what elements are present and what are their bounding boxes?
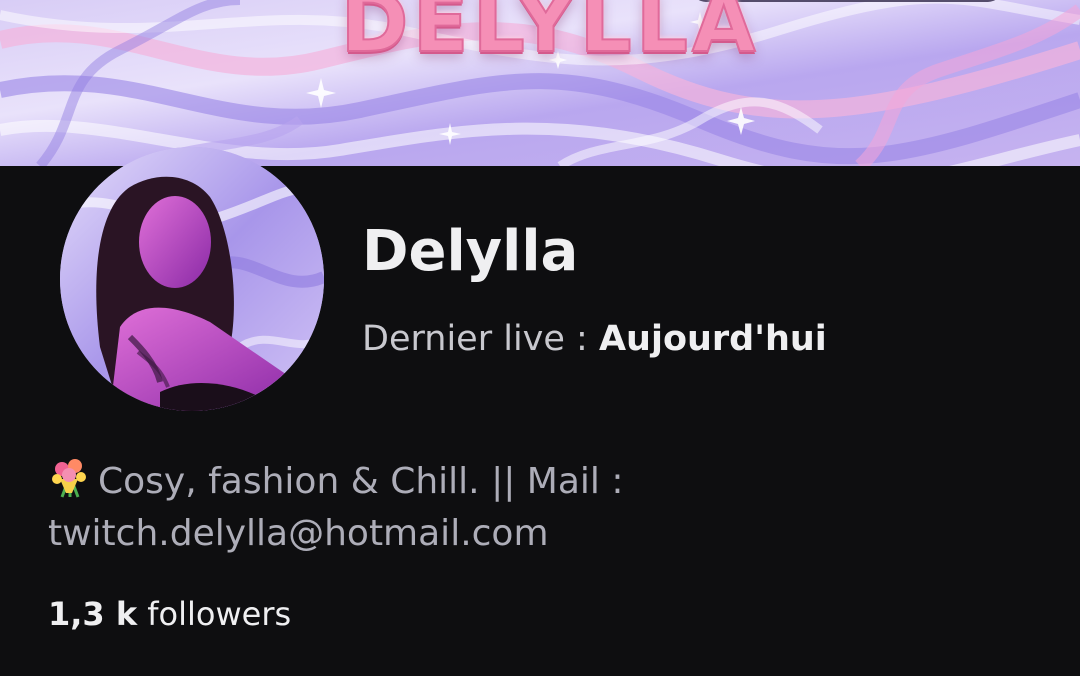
avatar-image (60, 147, 324, 411)
channel-banner[interactable]: DELYLLA (0, 0, 1080, 166)
bio-email[interactable]: twitch.delylla@hotmail.com (48, 508, 1038, 560)
followers-label: followers (147, 595, 292, 633)
bouquet-icon (48, 457, 90, 499)
bio-text-line-1: Cosy, fashion & Chill. || Mail : (98, 461, 624, 502)
last-live-value: Aujourd'hui (598, 319, 827, 359)
channel-name: Delylla (362, 219, 579, 284)
last-live-info: Dernier live : Aujourd'hui (362, 314, 827, 364)
followers-count[interactable]: 1,3 k followers (48, 590, 291, 638)
channel-avatar[interactable] (60, 147, 324, 411)
channel-profile-page: DELYLLA Delylla Dernier live: Aujourd'h… (0, 0, 1080, 676)
banner-title: DELYLLA (340, 0, 760, 72)
channel-bio: Cosy, fashion & Chill. || Mail : twitch.… (48, 456, 1038, 560)
bio-line: Cosy, fashion & Chill. || Mail : (48, 456, 1038, 508)
last-live-label: Dernier live : (362, 319, 599, 359)
followers-number: 1,3 k (48, 595, 138, 633)
